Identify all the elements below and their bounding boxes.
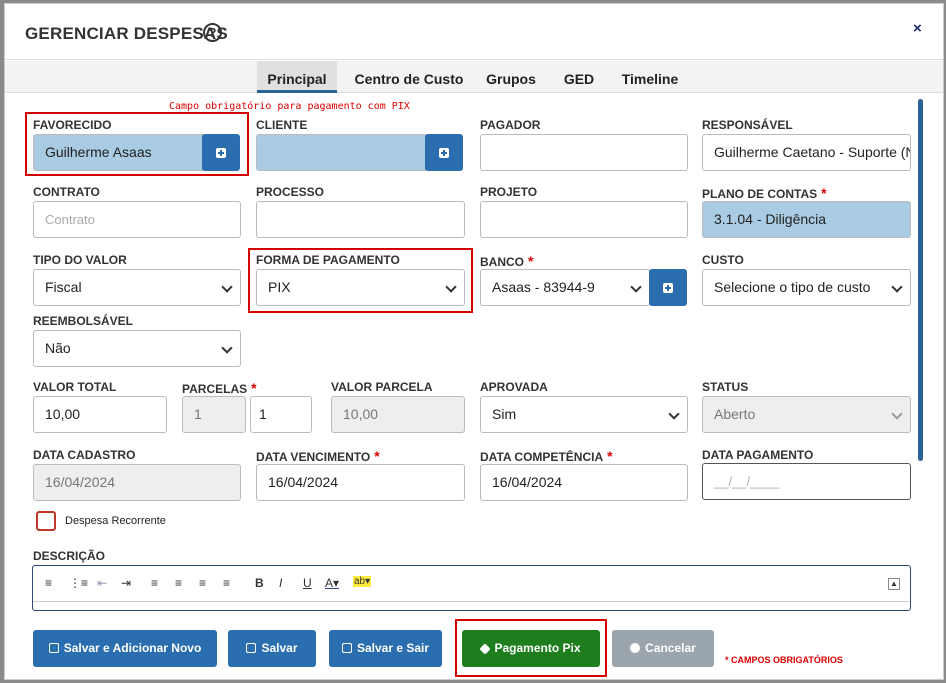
forma-pagamento-highlight-box [248, 248, 473, 313]
salvar-button[interactable]: Salvar [228, 630, 316, 667]
parcela-atual-field: 1 [182, 396, 246, 433]
valor-parcela-field: 10,00 [331, 396, 465, 433]
data-cadastro-field: 16/04/2024 [33, 464, 241, 501]
tab-bar: Principal Centro de Custo Grupos GED Tim… [5, 61, 943, 93]
close-icon[interactable]: × [913, 20, 922, 37]
aprovada-select[interactable]: Sim [480, 396, 688, 433]
align-right-icon[interactable]: ≡ [199, 576, 206, 590]
data-pagamento-field[interactable]: __/__/____ [702, 463, 911, 500]
favorecido-highlight-box [25, 112, 249, 176]
cancel-icon [630, 643, 641, 653]
tab-timeline[interactable]: Timeline [615, 61, 685, 93]
despesa-recorrente-checkbox[interactable] [36, 511, 56, 531]
tipo-valor-select[interactable]: Fiscal [33, 269, 241, 306]
save-icon [341, 643, 352, 653]
cancelar-button[interactable]: Cancelar [612, 630, 714, 667]
pix-required-note: Campo obrigatório para pagamento com PIX [169, 101, 410, 112]
despesa-recorrente-label: Despesa Recorrente [65, 515, 166, 527]
data-pagamento-label: DATA PAGAMENTO [702, 448, 814, 462]
tipo-valor-label: TIPO DO VALOR [33, 253, 127, 267]
content-scrollbar[interactable] [918, 99, 923, 461]
data-competencia-label: DATA COMPETÊNCIA * [480, 448, 613, 464]
editor-toolbar: ≡ ⋮≡ ⇤ ⇥ ≡ ≡ ≡ ≡ B I U A▾ ab▾ ▲ [33, 566, 910, 602]
parcelas-field[interactable]: 1 [250, 396, 312, 433]
tab-centro-de-custo[interactable]: Centro de Custo [349, 61, 469, 93]
responsavel-label: RESPONSÁVEL [702, 118, 793, 132]
align-center-icon[interactable]: ≡ [175, 576, 182, 590]
reembolsavel-label: REEMBOLSÁVEL [33, 314, 134, 328]
save-icon [48, 643, 59, 653]
plano-contas-field[interactable]: 3.1.04 - Diligência [702, 201, 911, 238]
plano-contas-label: PLANO DE CONTAS * [702, 185, 827, 201]
status-select: Aberto [702, 396, 911, 433]
processo-label: PROCESSO [256, 185, 325, 199]
aprovada-label: APROVADA [480, 380, 548, 394]
valor-total-field[interactable]: 10,00 [33, 396, 167, 433]
pagador-field[interactable] [480, 134, 688, 171]
modal-header: GERENCIAR DESPESAS ? × [5, 4, 943, 60]
contrato-label: CONTRATO [33, 185, 100, 199]
required-fields-note: * CAMPOS OBRIGATÓRIOS [725, 655, 843, 665]
italic-icon[interactable]: I [279, 576, 282, 590]
unordered-list-icon[interactable]: ⋮≡ [69, 576, 88, 590]
indent-icon[interactable]: ⇥ [121, 576, 131, 590]
modal-title: GERENCIAR DESPESAS [25, 24, 228, 43]
help-icon[interactable]: ? [203, 23, 222, 42]
data-cadastro-label: DATA CADASTRO [33, 448, 136, 462]
status-label: STATUS [702, 380, 749, 394]
add-banco-button[interactable] [649, 269, 687, 306]
highlight-icon[interactable]: ab▾ [353, 576, 372, 587]
reembolsavel-select[interactable]: Não [33, 330, 241, 367]
salvar-adicionar-novo-button[interactable]: Salvar e Adicionar Novo [33, 630, 217, 667]
tab-principal[interactable]: Principal [257, 61, 337, 93]
custo-label: CUSTO [702, 253, 744, 267]
data-competencia-field[interactable]: 16/04/2024 [480, 464, 688, 501]
data-vencimento-label: DATA VENCIMENTO * [256, 448, 380, 464]
processo-field[interactable] [256, 201, 465, 238]
data-vencimento-field[interactable]: 16/04/2024 [256, 464, 465, 501]
descricao-label: DESCRIÇÃO [33, 549, 106, 563]
valor-parcela-label: VALOR PARCELA [331, 380, 433, 394]
underline-icon[interactable]: U [303, 576, 312, 590]
responsavel-field[interactable]: Guilherme Caetano - Suporte (N [702, 134, 911, 171]
font-color-icon[interactable]: A▾ [325, 576, 339, 590]
align-left-icon[interactable]: ≡ [151, 576, 158, 590]
collapse-toolbar-icon[interactable]: ▲ [888, 578, 900, 590]
save-icon [246, 643, 257, 653]
contrato-field[interactable]: Contrato [33, 201, 241, 238]
pagador-label: PAGADOR [480, 118, 541, 132]
plus-square-icon [439, 148, 449, 158]
cliente-label: CLIENTE [256, 118, 308, 132]
parcelas-label: PARCELAS * [182, 380, 257, 396]
pagamento-pix-highlight-box [455, 619, 607, 677]
descricao-editor[interactable]: ≡ ⋮≡ ⇤ ⇥ ≡ ≡ ≡ ≡ B I U A▾ ab▾ ▲ [32, 565, 911, 611]
banco-label: BANCO * [480, 253, 534, 269]
projeto-field[interactable] [480, 201, 688, 238]
add-cliente-button[interactable] [425, 134, 463, 171]
projeto-label: PROJETO [480, 185, 538, 199]
bold-icon[interactable]: B [255, 576, 264, 590]
banco-select[interactable]: Asaas - 83944-9 [480, 269, 650, 306]
custo-select[interactable]: Selecione o tipo de custo [702, 269, 911, 306]
tab-ged[interactable]: GED [557, 61, 601, 93]
align-justify-icon[interactable]: ≡ [223, 576, 230, 590]
outdent-icon[interactable]: ⇤ [97, 576, 107, 590]
ordered-list-icon[interactable]: ≡ [45, 576, 52, 590]
plus-square-icon [663, 283, 673, 293]
valor-total-label: VALOR TOTAL [33, 380, 117, 394]
cliente-field[interactable] [256, 134, 426, 171]
expense-modal: GERENCIAR DESPESAS ? × Principal Centro … [4, 3, 944, 680]
tab-grupos[interactable]: Grupos [481, 61, 541, 93]
salvar-sair-button[interactable]: Salvar e Sair [329, 630, 442, 667]
